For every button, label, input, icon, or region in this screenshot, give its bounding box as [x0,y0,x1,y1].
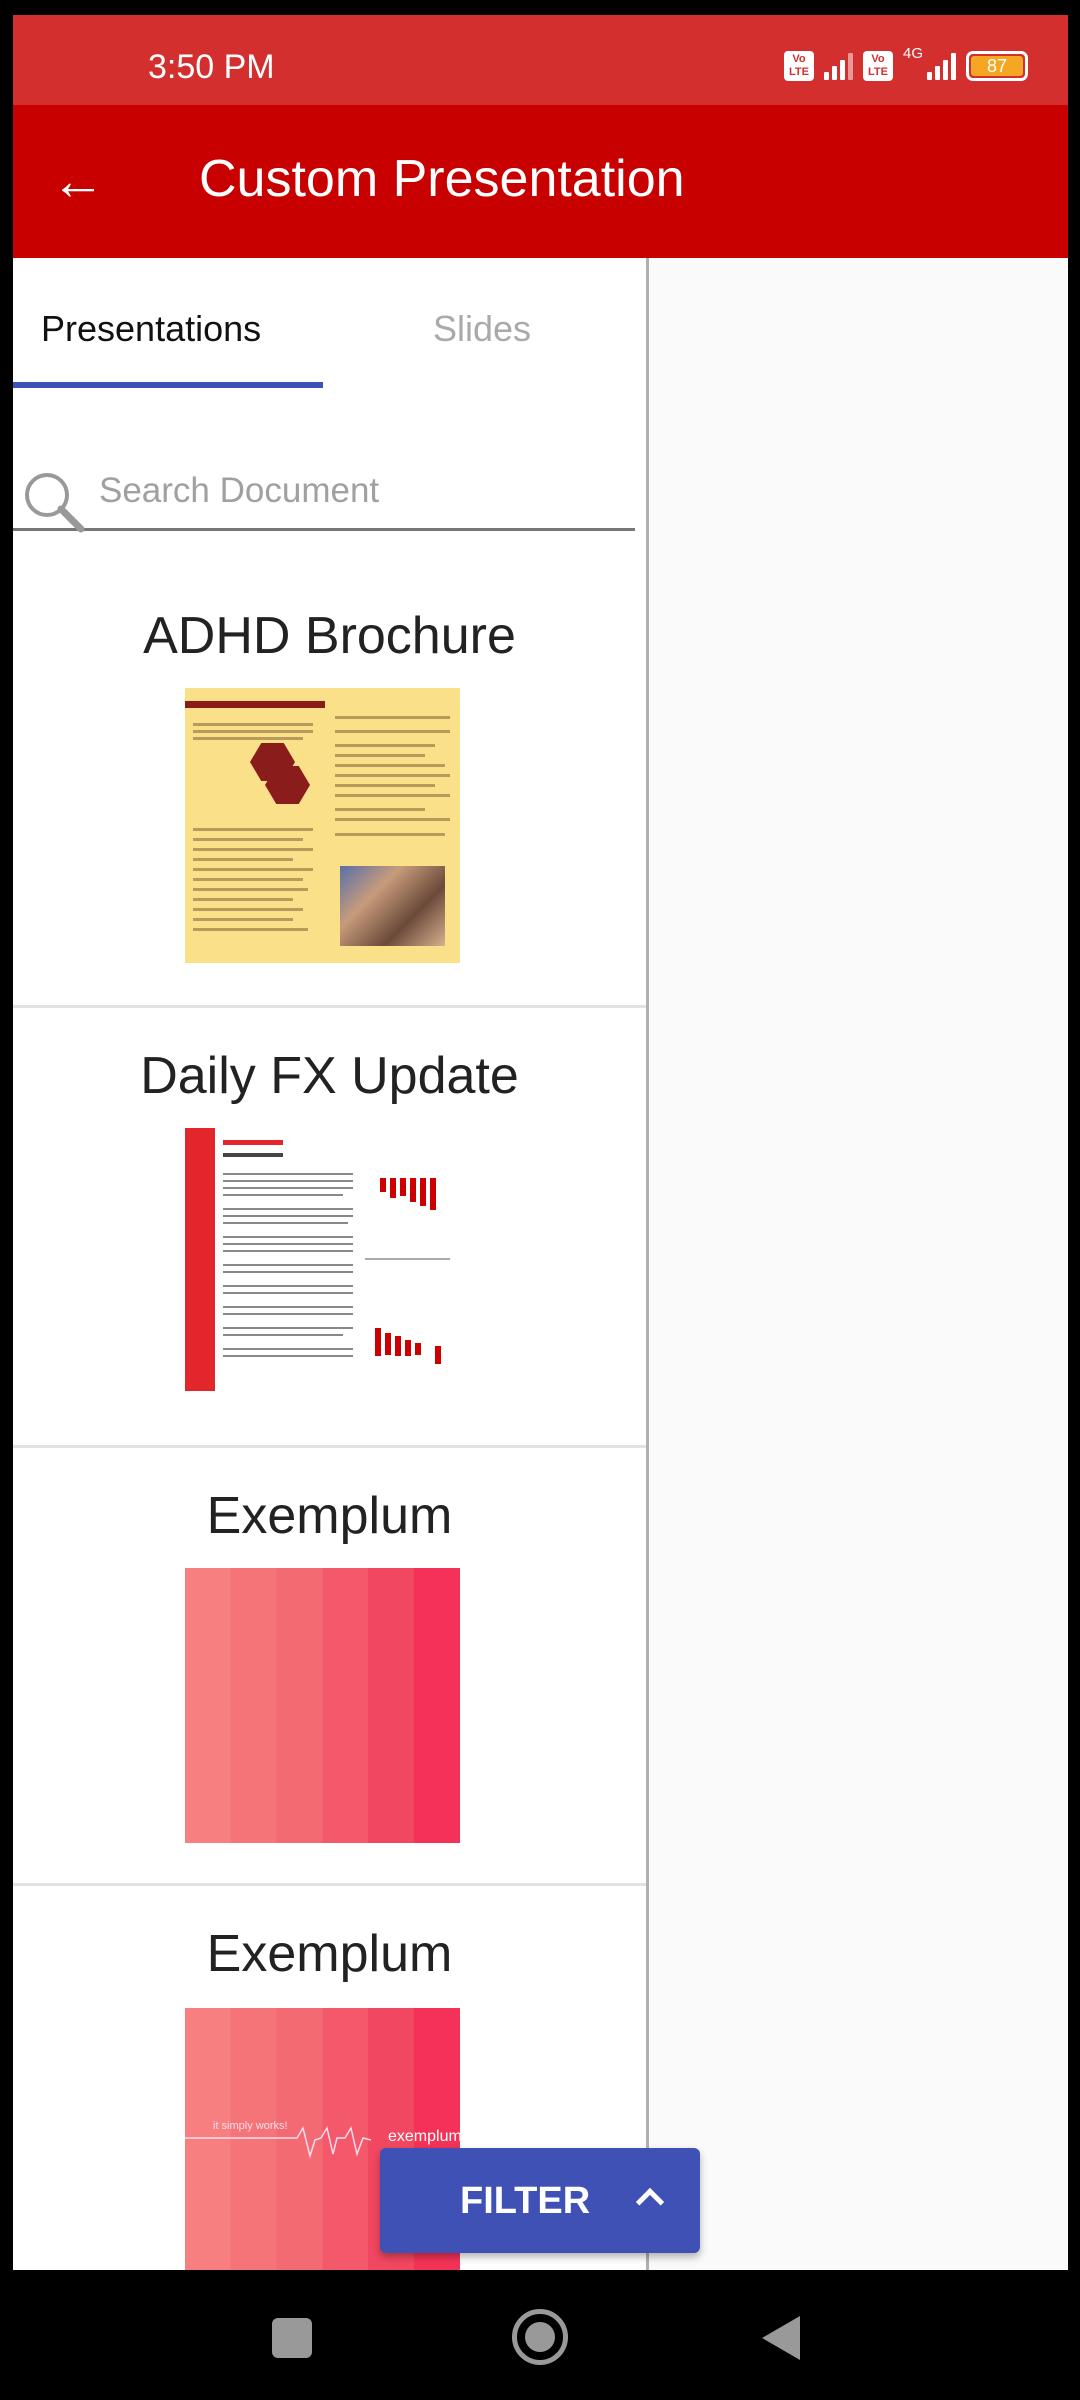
volte-icon: Vo LTE [783,51,814,81]
screen: 3:50 PM Vo LTE Vo LTE 4G 87 ← Custom Pre… [13,15,1068,2270]
chevron-up-icon [635,2187,665,2217]
document-title: Daily FX Update [140,1047,519,1105]
document-title: ADHD Brochure [143,607,516,665]
signal-icon [823,52,853,80]
list-item[interactable]: ADHD Brochure [13,568,646,1008]
list-item[interactable]: Daily FX Update [13,1008,646,1448]
pulse-line-graphic [185,2126,372,2159]
page-title: Custom Presentation [199,150,685,208]
preview-panel [649,258,1068,2270]
status-bar: 3:50 PM Vo LTE Vo LTE 4G 87 [13,15,1068,105]
app-bar: ← Custom Presentation [13,105,1068,258]
home-button[interactable] [512,2309,568,2365]
tab-indicator [13,382,323,388]
document-title: Exemplum [206,1925,453,1983]
tab-presentations[interactable]: Presentations [41,308,261,350]
battery-level: 87 [971,56,1023,76]
filter-button[interactable]: FILTER [380,2148,700,2253]
filter-label: FILTER [460,2180,591,2222]
search-bar [13,453,635,533]
volte-icon: Vo LTE [862,51,893,81]
tab-slides[interactable]: Slides [433,308,531,350]
status-icons: Vo LTE Vo LTE 4G 87 [783,45,1028,81]
document-title: Exemplum [206,1487,453,1545]
battery-icon: 87 [966,51,1028,81]
recents-button[interactable] [272,2318,312,2358]
search-icon [25,473,85,533]
back-button[interactable] [762,2316,800,2360]
tab-bar: Presentations Slides [13,258,646,390]
navigation-bar [0,2270,1080,2400]
status-time: 3:50 PM [148,48,275,86]
signal-icon [927,52,956,80]
network-type: 4G [902,45,923,62]
document-thumbnail[interactable] [185,1128,460,1391]
search-input[interactable] [99,471,599,511]
thumbnail-logo: exemplum [388,2128,460,2145]
document-thumbnail[interactable] [185,688,460,963]
document-thumbnail[interactable] [185,1568,460,1843]
list-item[interactable]: Exemplum [13,1448,646,1886]
document-panel: Presentations Slides ADHD Brochure Daily… [13,258,646,2270]
arrow-left-icon[interactable]: ← [51,153,111,213]
